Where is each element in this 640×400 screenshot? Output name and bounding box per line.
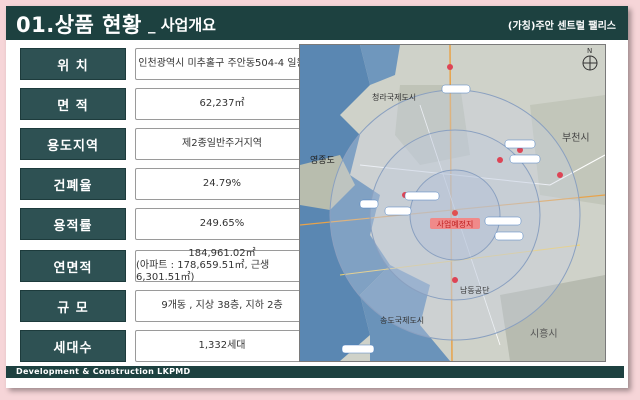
- location-map[interactable]: 사업예정지 청라국제도시 영종도 부천시 남동공단 송도국제도시 시흥시 N: [299, 44, 606, 362]
- district-label: 남동공단: [460, 285, 490, 295]
- district-label: 영종도: [310, 155, 335, 166]
- row-label: 면 적: [20, 88, 126, 120]
- row-label: 용적률: [20, 208, 126, 240]
- station-marker: [452, 277, 458, 283]
- row-label: 위 치: [20, 48, 126, 80]
- site-marker: [452, 210, 458, 216]
- page-subtitle: _ 사업개요: [148, 16, 216, 34]
- row-value: 24.79%: [135, 168, 309, 200]
- row-value-text: 1,332세대: [198, 340, 246, 351]
- row-value-text: 인천광역시 미추홀구 주안동504-4 일원: [138, 58, 306, 69]
- district-label: 송도국제도시: [380, 316, 424, 325]
- project-name: (가칭)주안 센트럴 팰리스: [507, 21, 616, 32]
- station-marker: [497, 157, 503, 163]
- district-label: 청라국제도시: [372, 93, 416, 102]
- site-label: 사업예정지: [437, 219, 474, 229]
- row-label: 규 모: [20, 290, 126, 322]
- station-marker: [447, 64, 453, 70]
- row-value: 9개동 , 지상 38층, 지하 2층: [135, 290, 309, 322]
- row-label: 연면적: [20, 250, 126, 282]
- row-value-text: 249.65%: [199, 218, 245, 229]
- row-value: 제2종일반주거지역: [135, 128, 309, 160]
- row-value: 62,237㎡: [135, 88, 309, 120]
- district-label: 시흥시: [530, 327, 558, 340]
- map-graphic: 사업예정지 청라국제도시 영종도 부천시 남동공단 송도국제도시 시흥시 N: [300, 45, 605, 361]
- row-value-text: 62,237㎡: [199, 98, 245, 109]
- page-title: 01.상품 현황: [16, 13, 142, 37]
- row-value-text: 9개동 , 지상 38층, 지하 2층: [161, 300, 283, 311]
- district-label: 부천시: [562, 132, 590, 144]
- row-label: 건폐율: [20, 168, 126, 200]
- row-value: 1,332세대: [135, 330, 309, 362]
- header-bar: 01.상품 현황 _ 사업개요 (가칭)주안 센트럴 팰리스: [6, 6, 628, 40]
- slide-card: 01.상품 현황 _ 사업개요 (가칭)주안 센트럴 팰리스 위 치 인천광역시…: [6, 6, 628, 388]
- row-label: 용도지역: [20, 128, 126, 160]
- row-value: 인천광역시 미추홀구 주안동504-4 일원: [135, 48, 309, 80]
- row-value-text: 제2종일반주거지역: [182, 138, 262, 149]
- row-value-text: 24.79%: [202, 178, 242, 189]
- compass-label: N: [587, 47, 592, 55]
- row-value-text: 184,961.02㎡: [188, 248, 256, 259]
- row-value: 249.65%: [135, 208, 309, 240]
- footer-bar: Development & Construction LKPMD: [6, 366, 624, 378]
- row-value: 184,961.02㎡ (아파트 : 178,659.51㎡, 근생 6,301…: [135, 248, 309, 283]
- row-value-subtext: (아파트 : 178,659.51㎡, 근생 6,301.51㎡): [136, 260, 270, 283]
- station-marker: [557, 172, 563, 178]
- row-label: 세대수: [20, 330, 126, 362]
